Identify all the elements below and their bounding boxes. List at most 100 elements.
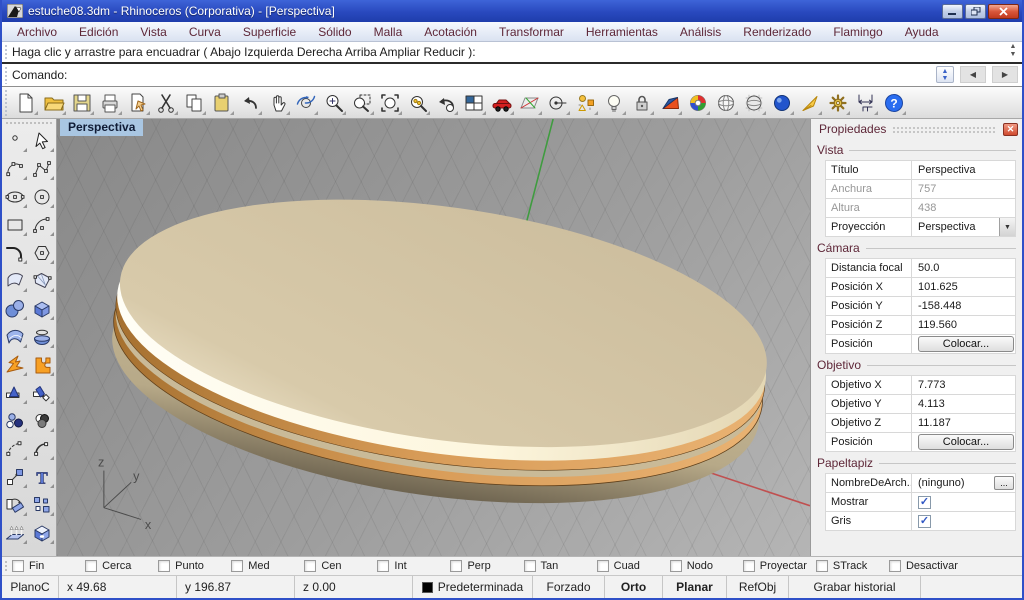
polyline-tool[interactable]: [29, 155, 55, 182]
paste-button[interactable]: [208, 89, 235, 116]
property-value[interactable]: Colocar...: [912, 335, 1015, 353]
surface-loft-tool[interactable]: [2, 323, 28, 350]
point-tool[interactable]: [2, 127, 28, 154]
undo-button[interactable]: [236, 89, 263, 116]
osnap-fin[interactable]: Fin: [12, 560, 85, 572]
osnap-cuad-checkbox[interactable]: [597, 560, 609, 572]
projection-dropdown-button[interactable]: ▼: [999, 218, 1015, 236]
sphere-tool[interactable]: [2, 295, 28, 322]
menu-item-archivo[interactable]: Archivo: [6, 22, 68, 41]
surface-edges-tool[interactable]: [29, 267, 55, 294]
status-planoc[interactable]: PlanoC: [2, 576, 59, 598]
menu-item-herramientas[interactable]: Herramientas: [575, 22, 669, 41]
mostrar-checkbox[interactable]: ✓: [918, 496, 931, 509]
osnap-tan[interactable]: Tan: [524, 560, 597, 572]
ellipse-tool[interactable]: [2, 183, 28, 210]
property-value[interactable]: 50.0: [912, 259, 1015, 277]
osnap-punto[interactable]: Punto: [158, 560, 231, 572]
rectangle-tool[interactable]: [2, 211, 28, 238]
command-prompt-line[interactable]: Comando:: [2, 64, 1022, 86]
menu-item-ayuda[interactable]: Ayuda: [894, 22, 950, 41]
open-file-button[interactable]: [40, 89, 67, 116]
save-button[interactable]: [68, 89, 95, 116]
restore-button[interactable]: [965, 4, 986, 19]
shade-button[interactable]: [656, 89, 683, 116]
undo-view-button[interactable]: [432, 89, 459, 116]
perspective-viewport[interactable]: Perspectiva: [57, 119, 810, 556]
cut-button[interactable]: [152, 89, 179, 116]
render-preview-button[interactable]: [712, 89, 739, 116]
menu-item-analisis[interactable]: Análisis: [669, 22, 732, 41]
osnap-punto-checkbox[interactable]: [158, 560, 170, 572]
boolean-union-tool[interactable]: [29, 351, 55, 378]
menu-item-renderizado[interactable]: Renderizado: [732, 22, 822, 41]
new-document-button[interactable]: [12, 89, 39, 116]
osnap-cen[interactable]: Cen: [304, 560, 377, 572]
property-value[interactable]: Perspectiva: [912, 161, 1015, 179]
osnap-int[interactable]: Int: [377, 560, 450, 572]
osnap-cuad[interactable]: Cuad: [597, 560, 670, 572]
osnap-cerca[interactable]: Cerca: [85, 560, 158, 572]
minimize-button[interactable]: [942, 4, 963, 19]
osnap-strack[interactable]: STrack: [816, 560, 889, 572]
osnap-fin-checkbox[interactable]: [12, 560, 24, 572]
pan-button[interactable]: [264, 89, 291, 116]
copy-button[interactable]: [180, 89, 207, 116]
property-value[interactable]: Colocar...: [912, 433, 1015, 451]
command-scroll-arrows[interactable]: ▲▼: [1006, 43, 1020, 59]
arc-tool[interactable]: [29, 211, 55, 238]
osnap-cen-checkbox[interactable]: [304, 560, 316, 572]
zoom-window-button[interactable]: [348, 89, 375, 116]
properties-close-button[interactable]: ✕: [1003, 123, 1018, 136]
property-value[interactable]: ✓: [912, 512, 1015, 530]
colocar-button[interactable]: Colocar...: [918, 336, 1014, 352]
status-forzado[interactable]: Forzado: [533, 576, 605, 598]
extend-tool[interactable]: [2, 435, 28, 462]
solid-union-tool[interactable]: [29, 519, 55, 546]
viewport-title[interactable]: Perspectiva: [60, 119, 143, 136]
osnap-perp-checkbox[interactable]: [450, 560, 462, 572]
scroll-left-button[interactable]: ◀: [960, 66, 986, 83]
array-tool[interactable]: [29, 491, 55, 518]
boolean-2d-tool[interactable]: [29, 407, 55, 434]
status-planar[interactable]: Planar: [663, 576, 727, 598]
property-value[interactable]: (ninguno)...: [912, 474, 1015, 492]
zoom-dynamic-button[interactable]: [320, 89, 347, 116]
surface-revolve-tool[interactable]: [29, 323, 55, 350]
osnap-nodo[interactable]: Nodo: [670, 560, 743, 572]
menu-item-acotacion[interactable]: Acotación: [413, 22, 488, 41]
pointer-tool[interactable]: [29, 127, 55, 154]
command-spinner[interactable]: ▲▼: [936, 66, 954, 83]
adjust-curve-tool[interactable]: [29, 435, 55, 462]
boolean-difference-tool[interactable]: [2, 351, 28, 378]
render-grid-button[interactable]: [740, 89, 767, 116]
osnap-med[interactable]: Med: [231, 560, 304, 572]
close-button[interactable]: [988, 4, 1019, 19]
render-sphere-button[interactable]: [768, 89, 795, 116]
rotate-copy-tool[interactable]: [2, 491, 28, 518]
osnap-perp[interactable]: Perp: [450, 560, 523, 572]
menu-item-malla[interactable]: Malla: [363, 22, 414, 41]
properties-grip[interactable]: [892, 126, 997, 133]
osnap-proyectar-checkbox[interactable]: [743, 560, 755, 572]
flag-button[interactable]: [796, 89, 823, 116]
osnap-strack-checkbox[interactable]: [816, 560, 828, 572]
text-tool[interactable]: T: [29, 463, 55, 490]
status-predeterminada[interactable]: Predeterminada: [413, 576, 533, 598]
menu-item-flamingo[interactable]: Flamingo: [822, 22, 893, 41]
menu-item-solido[interactable]: Sólido: [307, 22, 362, 41]
command-history-line[interactable]: Haga clic y arrastre para encuadrar ( Ab…: [2, 42, 1022, 64]
box-tool[interactable]: [29, 295, 55, 322]
scroll-right-button[interactable]: ▶: [992, 66, 1018, 83]
osnap-circle-button[interactable]: [544, 89, 571, 116]
zoom-extents-button[interactable]: [376, 89, 403, 116]
property-value[interactable]: 11.187: [912, 414, 1015, 432]
osnap-nodo-checkbox[interactable]: [670, 560, 682, 572]
gris-checkbox[interactable]: ✓: [918, 515, 931, 528]
osnap-cerca-checkbox[interactable]: [85, 560, 97, 572]
extrude-tool[interactable]: [2, 519, 28, 546]
help-button[interactable]: ?: [880, 89, 907, 116]
menu-item-superficie[interactable]: Superficie: [232, 22, 307, 41]
status-grabarhistorial[interactable]: Grabar historial: [789, 576, 921, 598]
status-orto[interactable]: Orto: [605, 576, 663, 598]
